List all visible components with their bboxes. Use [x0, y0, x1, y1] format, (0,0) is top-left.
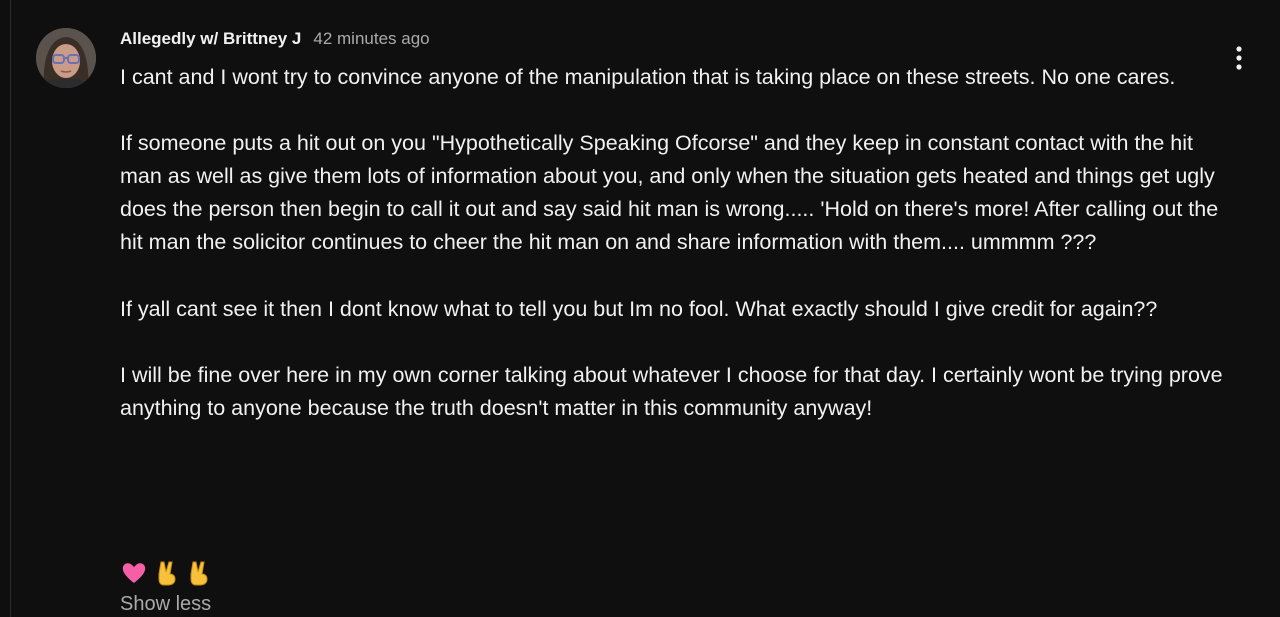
avatar-image: [36, 28, 96, 88]
more-vertical-icon: [1236, 46, 1242, 70]
victory-hand-icon: [155, 560, 179, 586]
comment-paragraph: If yall cant see it then I dont know wha…: [120, 296, 1158, 321]
victory-hand-icon: [187, 560, 211, 586]
comment-body: I cant and I wont try to convince anyone…: [120, 61, 1230, 458]
author-name[interactable]: Allegedly w/ Brittney J: [120, 29, 301, 49]
show-less-button[interactable]: Show less: [120, 593, 211, 616]
comment-timestamp[interactable]: 42 minutes ago: [313, 29, 429, 49]
comment-card: Allegedly w/ Brittney J 42 minutes ago I…: [10, 0, 1280, 617]
comment-paragraph: I will be fine over here in my own corne…: [120, 362, 1223, 420]
pink-heart-icon: [121, 561, 147, 585]
avatar[interactable]: [36, 28, 96, 88]
comment-paragraph: I cant and I wont try to convince anyone…: [120, 65, 1176, 89]
comment-header: Allegedly w/ Brittney J 42 minutes ago: [120, 29, 430, 49]
emoji-row: [121, 560, 211, 586]
comment-paragraph: If someone puts a hit out on you "Hypoth…: [120, 131, 1219, 255]
